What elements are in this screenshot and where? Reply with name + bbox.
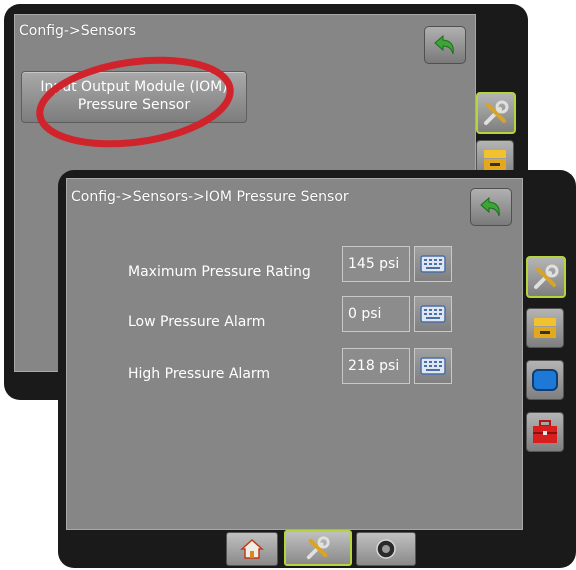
front-screen: Config->Sensors->IOM Pressure Sensor Max… bbox=[58, 170, 576, 568]
console-icon bbox=[484, 150, 506, 170]
front-main-panel: Config->Sensors->IOM Pressure Sensor Max… bbox=[66, 178, 523, 530]
display-icon bbox=[532, 369, 558, 391]
high-pressure-alarm-label: High Pressure Alarm bbox=[128, 366, 271, 382]
bottom-tab-tools[interactable] bbox=[284, 530, 352, 566]
back-arrow-icon bbox=[434, 34, 454, 55]
bottom-tab-home[interactable] bbox=[226, 532, 278, 566]
keyboard-button[interactable] bbox=[414, 246, 452, 282]
high-pressure-alarm-value[interactable]: 218 psi bbox=[342, 348, 410, 384]
toolbox-icon bbox=[533, 420, 557, 443]
side-tab-console[interactable] bbox=[526, 308, 564, 348]
low-pressure-alarm-value[interactable]: 0 psi bbox=[342, 296, 410, 332]
tools-icon bbox=[306, 536, 330, 560]
breadcrumb: Config->Sensors->IOM Pressure Sensor bbox=[71, 189, 349, 205]
max-pressure-rating-label: Maximum Pressure Rating bbox=[128, 264, 311, 280]
back-arrow-icon bbox=[480, 196, 500, 217]
home-icon bbox=[240, 538, 264, 559]
keyboard-icon bbox=[420, 255, 446, 273]
back-button[interactable] bbox=[424, 26, 466, 64]
keyboard-icon bbox=[420, 305, 446, 323]
side-tab-toolbox[interactable] bbox=[526, 412, 564, 452]
console-icon bbox=[534, 318, 556, 338]
side-tab-display[interactable] bbox=[526, 360, 564, 400]
tools-icon bbox=[534, 264, 559, 289]
keyboard-icon bbox=[420, 357, 446, 375]
tools-icon bbox=[484, 100, 509, 125]
keyboard-button[interactable] bbox=[414, 296, 452, 332]
low-pressure-alarm-label: Low Pressure Alarm bbox=[128, 314, 266, 330]
side-tab-tools[interactable] bbox=[526, 256, 566, 298]
camera-icon bbox=[376, 539, 396, 559]
back-button[interactable] bbox=[470, 188, 512, 226]
max-pressure-rating-value[interactable]: 145 psi bbox=[342, 246, 410, 282]
side-tab-tools[interactable] bbox=[476, 92, 516, 134]
annotation-circle bbox=[36, 56, 234, 148]
breadcrumb: Config->Sensors bbox=[19, 23, 136, 39]
keyboard-button[interactable] bbox=[414, 348, 452, 384]
bottom-tab-camera[interactable] bbox=[356, 532, 416, 566]
